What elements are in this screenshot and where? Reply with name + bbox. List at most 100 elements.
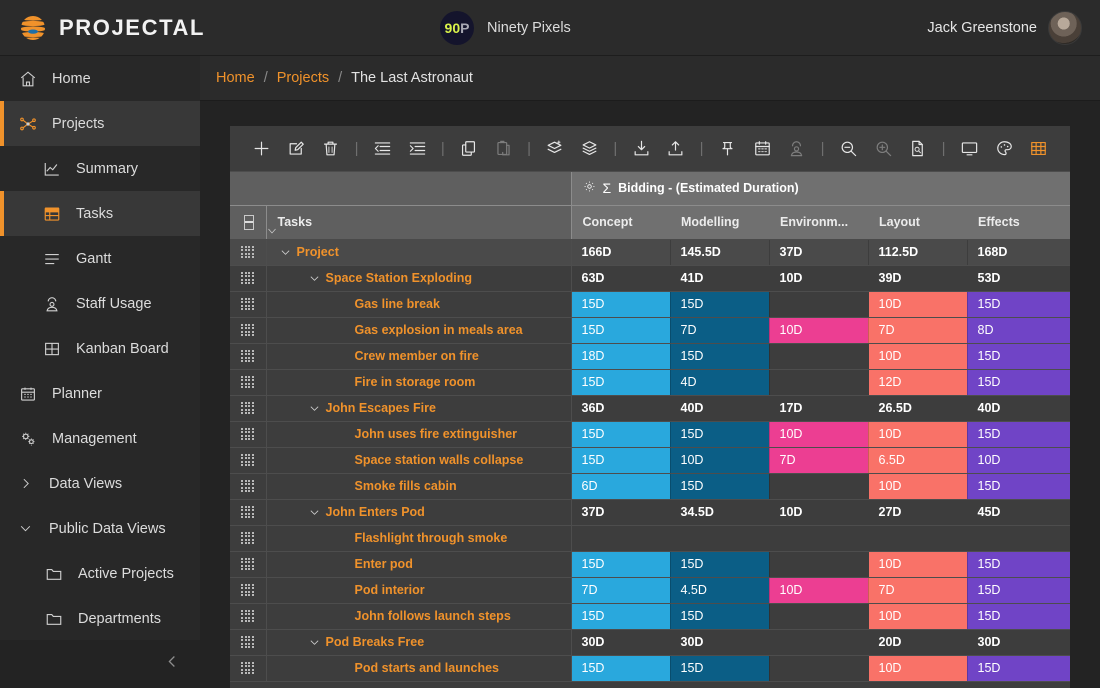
duration-cell[interactable]: 15D: [967, 369, 1070, 396]
column-header-concept[interactable]: Concept: [571, 205, 670, 240]
table-row[interactable]: Enter pod 15D 15D 10D 15D: [230, 551, 1070, 578]
duration-cell[interactable]: 15D: [571, 369, 671, 396]
drag-handle-icon[interactable]: [241, 479, 266, 493]
row-drag-handle[interactable]: [230, 655, 267, 682]
duration-cell[interactable]: 17D: [769, 395, 869, 422]
table-row[interactable]: John Enters Pod 37D 34.5D 10D 27D 45D: [230, 499, 1070, 526]
table-row[interactable]: Crew member on fire 18D 15D 10D 15D: [230, 343, 1070, 370]
copy-button[interactable]: [451, 133, 486, 165]
drag-handle-icon[interactable]: [241, 583, 266, 597]
duration-cell[interactable]: 10D: [868, 291, 968, 318]
duration-cell[interactable]: [670, 525, 770, 552]
row-drag-handle[interactable]: [230, 421, 267, 448]
table-row[interactable]: Space station walls collapse 15D 10D 7D 6.5D…: [230, 447, 1070, 474]
duration-cell[interactable]: 26.5D: [868, 395, 968, 422]
duration-cell[interactable]: 40D: [967, 395, 1070, 422]
column-header-effects[interactable]: Effects: [967, 205, 1070, 240]
collapse-layers-button[interactable]: [572, 133, 607, 165]
task-name-cell[interactable]: Fire in storage room: [266, 369, 572, 396]
duration-cell[interactable]: 7D: [670, 317, 770, 344]
duration-cell[interactable]: 20D: [868, 629, 968, 656]
group-header-bidding[interactable]: Σ Bidding - (Estimated Duration): [571, 172, 1070, 206]
zoom-in-button[interactable]: [866, 133, 901, 165]
palette-button[interactable]: [987, 133, 1022, 165]
duration-cell[interactable]: 10D: [868, 655, 968, 682]
sidebar-item-kanban-board[interactable]: Kanban Board: [0, 326, 200, 371]
duration-cell[interactable]: [769, 291, 869, 318]
sidebar-item-departments[interactable]: Departments: [0, 596, 200, 640]
sidebar-item-gantt[interactable]: Gantt: [0, 236, 200, 281]
chevron-down-icon[interactable]: [304, 273, 326, 284]
duration-cell[interactable]: 15D: [967, 421, 1070, 448]
organization[interactable]: 90 P Ninety Pixels: [440, 10, 571, 45]
duration-cell[interactable]: 10D: [769, 317, 869, 344]
drag-handle-icon[interactable]: [241, 635, 266, 649]
duration-cell[interactable]: 40D: [670, 395, 770, 422]
duration-cell[interactable]: 30D: [571, 629, 671, 656]
duration-cell[interactable]: 15D: [571, 421, 671, 448]
sidebar-item-active-projects[interactable]: Active Projects: [0, 551, 200, 596]
task-name-cell[interactable]: Smoke fills cabin: [266, 473, 572, 500]
expand-layers-button[interactable]: [538, 133, 573, 165]
row-drag-handle[interactable]: [230, 265, 267, 292]
duration-cell[interactable]: 10D: [868, 603, 968, 630]
user-menu[interactable]: Jack Greenstone: [927, 10, 1082, 45]
duration-cell[interactable]: 4D: [670, 369, 770, 396]
row-drag-handle[interactable]: [230, 473, 267, 500]
duration-cell[interactable]: [967, 525, 1070, 552]
table-row[interactable]: John Escapes Fire 36D 40D 17D 26.5D 40D: [230, 395, 1070, 422]
table-row[interactable]: John uses fire extinguisher 15D 15D 10D 10D 1…: [230, 421, 1070, 448]
duration-cell[interactable]: 15D: [967, 603, 1070, 630]
row-drag-handle[interactable]: [230, 447, 267, 474]
chevron-down-icon[interactable]: [304, 637, 326, 648]
duration-cell[interactable]: 53D: [967, 265, 1070, 292]
duration-cell[interactable]: 7D: [571, 577, 671, 604]
duration-cell[interactable]: 10D: [868, 551, 968, 578]
duration-cell[interactable]: 10D: [868, 473, 968, 500]
delete-button[interactable]: [313, 133, 348, 165]
breadcrumb-home[interactable]: Home: [216, 70, 255, 86]
zoom-out-button[interactable]: [831, 133, 866, 165]
duration-cell[interactable]: 37D: [769, 239, 869, 266]
duration-cell[interactable]: 15D: [967, 343, 1070, 370]
duration-cell[interactable]: 15D: [571, 447, 671, 474]
duration-cell[interactable]: 15D: [967, 551, 1070, 578]
chevron-down-icon[interactable]: [275, 247, 297, 258]
task-name-cell[interactable]: Enter pod: [266, 551, 572, 578]
add-button[interactable]: [244, 133, 279, 165]
duration-cell[interactable]: 15D: [571, 655, 671, 682]
breadcrumb-projects[interactable]: Projects: [277, 70, 329, 86]
row-drag-handle[interactable]: [230, 551, 267, 578]
table-row[interactable]: Smoke fills cabin 6D 15D 10D 15D: [230, 473, 1070, 500]
duration-cell[interactable]: 166D: [571, 239, 671, 266]
drag-handle-icon[interactable]: [241, 661, 266, 675]
drag-handle-icon[interactable]: [241, 557, 266, 571]
duration-cell[interactable]: 10D: [769, 421, 869, 448]
page-search-button[interactable]: [900, 133, 935, 165]
drag-handle-icon[interactable]: [241, 245, 266, 259]
drag-handle-icon[interactable]: [241, 375, 266, 389]
row-drag-handle[interactable]: [230, 499, 267, 526]
drag-handle-icon[interactable]: [241, 609, 266, 623]
task-name-cell[interactable]: Project: [266, 239, 572, 266]
duration-cell[interactable]: 15D: [670, 421, 770, 448]
column-header-modelling[interactable]: Modelling: [670, 205, 769, 240]
row-drag-handle[interactable]: [230, 317, 267, 344]
duration-cell[interactable]: 112.5D: [868, 239, 968, 266]
duration-cell[interactable]: [769, 369, 869, 396]
duration-cell[interactable]: 15D: [670, 343, 770, 370]
duration-cell[interactable]: 10D: [769, 577, 869, 604]
task-name-cell[interactable]: Pod interior: [266, 577, 572, 604]
table-row[interactable]: Space Station Exploding 63D 41D 10D 39D 53D: [230, 265, 1070, 292]
duration-cell[interactable]: 10D: [769, 499, 869, 526]
sidebar-group-data-views[interactable]: Data Views: [0, 461, 200, 506]
chevron-down-icon[interactable]: [304, 403, 326, 414]
table-row[interactable]: Pod interior 7D 4.5D 10D 7D 15D: [230, 577, 1070, 604]
edit-button[interactable]: [279, 133, 314, 165]
drag-handle-icon[interactable]: [241, 271, 266, 285]
drag-handle-icon[interactable]: [241, 427, 266, 441]
row-drag-handle[interactable]: [230, 395, 267, 422]
duration-cell[interactable]: [769, 551, 869, 578]
avatar[interactable]: [1048, 10, 1082, 45]
duration-cell[interactable]: 15D: [967, 655, 1070, 682]
